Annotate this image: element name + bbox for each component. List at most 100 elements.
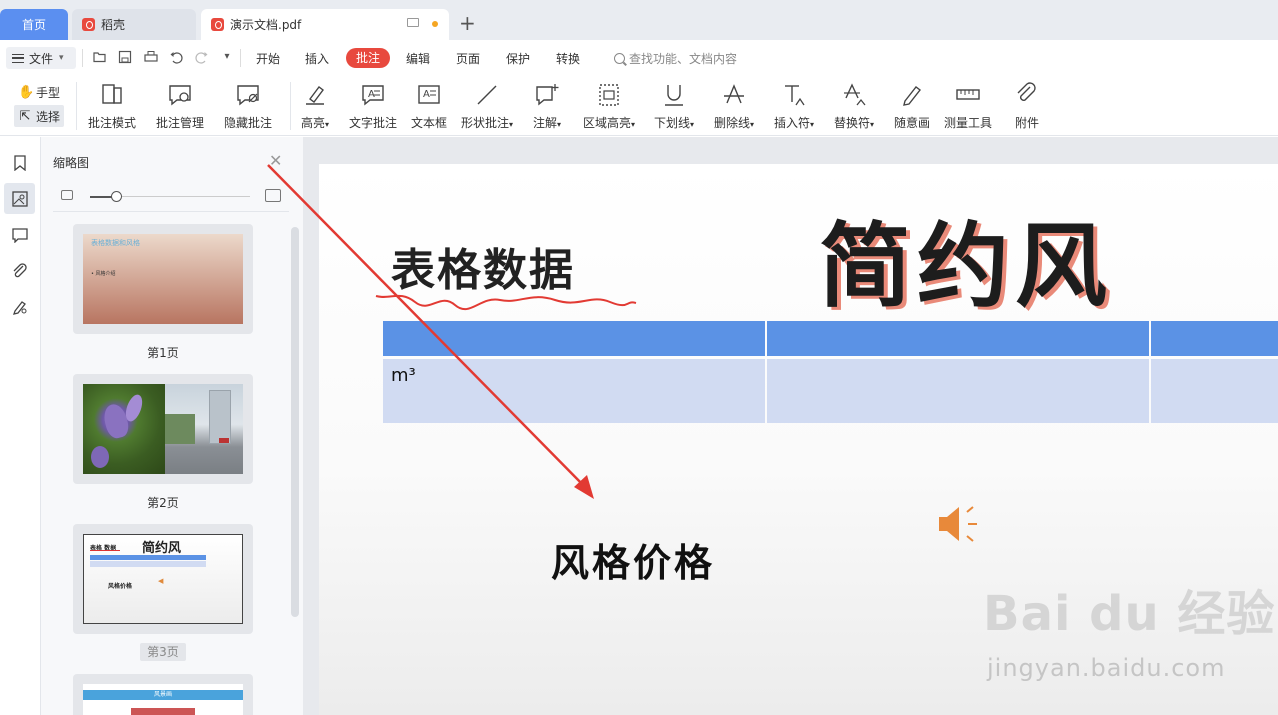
- table-cell: [767, 359, 1149, 423]
- monitor-icon[interactable]: [407, 18, 419, 27]
- shape-annotation-button[interactable]: 形状批注▾: [461, 82, 513, 131]
- page-label-1: 第1页: [147, 346, 179, 360]
- pdf-file-icon: [211, 18, 224, 31]
- table-cell-text: m³: [391, 365, 416, 386]
- measure-tool-button[interactable]: 测量工具: [944, 82, 992, 131]
- thumbnail-scrollbar[interactable]: [291, 227, 299, 617]
- flower-petal: [91, 446, 109, 468]
- heading-simple-style: 简约风: [819, 213, 1114, 320]
- thumbnail-page-1[interactable]: 表格数据和风格 • 风格介绍: [73, 224, 253, 334]
- comment-icon[interactable]: [4, 219, 35, 250]
- signature-icon[interactable]: [4, 291, 35, 322]
- attachment-sidebar-icon[interactable]: [4, 255, 35, 286]
- print-icon[interactable]: [144, 50, 158, 64]
- menu-protect[interactable]: 保护: [506, 50, 530, 67]
- select-tool[interactable]: ⇱ 选择: [14, 105, 65, 127]
- select-tool-label: 选择: [36, 109, 61, 124]
- cursor-icon: ⇱: [19, 108, 31, 124]
- ruler-icon: [956, 89, 980, 100]
- hide-annotations-button[interactable]: 隐藏批注: [224, 82, 272, 131]
- thumbnail-zoom-slider[interactable]: [53, 187, 293, 207]
- chevron-down-icon: ▾: [59, 53, 64, 63]
- menu-edit[interactable]: 编辑: [406, 50, 430, 67]
- thumbnail-page-4-image: 风景画: [83, 684, 243, 715]
- hand-tool[interactable]: ✋ 手型: [14, 81, 64, 103]
- attachment-button[interactable]: 附件: [1014, 82, 1040, 131]
- thumbnail-page-2[interactable]: [73, 374, 253, 484]
- thumb4-image-strip: [131, 708, 195, 715]
- thumbnail-page-4[interactable]: 风景画: [73, 674, 253, 715]
- annotate-manage-button[interactable]: 批注管理: [156, 82, 204, 131]
- text-annotation-icon: A: [362, 85, 384, 106]
- subtitle-style-price: 风格价格: [551, 541, 716, 585]
- bookmark-icon[interactable]: [4, 147, 35, 178]
- table-cell: [1151, 359, 1278, 423]
- note-icon: [536, 84, 559, 106]
- underline-button[interactable]: 下划线▾: [654, 82, 694, 131]
- annotate-ribbon: ✋ 手型 ⇱ 选择 批注模式 批注管理 隐藏批注 高亮▾ A 文字批注 A 文本…: [0, 76, 1278, 136]
- hand-icon: ✋: [18, 84, 35, 100]
- insert-caret-button[interactable]: 插入符▾: [774, 82, 814, 131]
- divider: [290, 82, 291, 130]
- save-icon[interactable]: [118, 50, 132, 64]
- area-highlight-icon: [599, 84, 619, 106]
- small-image-icon[interactable]: [61, 190, 73, 200]
- thumbnail-page-3[interactable]: 表格 数据 简约风 风格价格 ◀: [73, 524, 253, 634]
- annotate-mode-icon: [102, 84, 122, 104]
- tab-daoke[interactable]: 稻壳: [72, 9, 196, 40]
- document-viewer: 表格数据 简约风 m³ 风格价格 Bai du 经验 jingyan.baidu…: [303, 137, 1278, 715]
- new-tab-button[interactable]: +: [459, 11, 476, 35]
- divider: [76, 82, 77, 130]
- slider-fill: [90, 196, 112, 198]
- tab-document-label: 演示文档.pdf: [230, 18, 302, 32]
- menu-page[interactable]: 页面: [456, 50, 480, 67]
- text-annotation-button[interactable]: A 文字批注: [349, 82, 397, 131]
- textbox-button[interactable]: A 文本框: [411, 82, 447, 131]
- textbox-icon: A: [418, 85, 440, 104]
- highlighter-icon: [306, 86, 325, 105]
- menu-start[interactable]: 开始: [256, 50, 280, 67]
- line-shape-icon: [477, 85, 497, 105]
- more-dropdown-icon[interactable]: ▾: [220, 50, 234, 64]
- speaker-icon[interactable]: [935, 500, 983, 548]
- page-label-3: 第3页: [140, 643, 186, 661]
- strikethrough-button[interactable]: 删除线▾: [714, 82, 754, 131]
- tab-home[interactable]: 首页: [0, 9, 68, 40]
- file-menu-button[interactable]: 文件 ▾: [6, 47, 76, 69]
- menu-insert[interactable]: 插入: [305, 50, 329, 67]
- search-placeholder: 查找功能、文档内容: [629, 52, 738, 66]
- baidu-watermark: Bai du 经验 jingyan.baidu.com: [983, 574, 1278, 694]
- search-function[interactable]: 查找功能、文档内容: [614, 50, 737, 67]
- annotate-mode-label: 批注模式: [88, 116, 137, 130]
- highlight-button[interactable]: 高亮▾: [301, 82, 329, 131]
- pdf-page: 表格数据 简约风 m³ 风格价格 Bai du 经验 jingyan.baidu…: [319, 164, 1278, 715]
- thumb3-table-header: [90, 555, 206, 560]
- menu-annotate[interactable]: 批注: [346, 48, 390, 68]
- replace-caret-button[interactable]: 替换符▾: [834, 82, 874, 131]
- unsaved-dot-icon: [432, 21, 438, 27]
- strikethrough-icon: [724, 84, 745, 104]
- divider: [53, 211, 289, 212]
- thumb1-bullet: • 风格介绍: [91, 271, 116, 277]
- annotate-manage-label: 批注管理: [156, 116, 205, 130]
- freehand-label: 随意画: [894, 116, 931, 130]
- close-icon[interactable]: ✕: [269, 151, 282, 170]
- area-highlight-button[interactable]: 区域高亮▾: [583, 82, 635, 131]
- note-button[interactable]: 注解▾: [533, 82, 561, 131]
- slider-knob[interactable]: [111, 191, 122, 202]
- daoke-icon: [82, 18, 95, 31]
- thumbnail-icon[interactable]: [4, 183, 35, 214]
- tab-document[interactable]: 演示文档.pdf: [201, 9, 449, 40]
- table-cell: m³: [383, 359, 765, 423]
- open-folder-icon[interactable]: [93, 50, 107, 64]
- freehand-button[interactable]: 随意画: [894, 82, 930, 131]
- car: [219, 438, 229, 443]
- undo-icon[interactable]: [169, 50, 183, 64]
- large-image-icon[interactable]: [265, 189, 281, 202]
- menu-convert[interactable]: 转换: [556, 50, 580, 67]
- replace-caret-label: 替换符▾: [834, 116, 875, 130]
- redo-icon[interactable]: [195, 50, 209, 64]
- annotate-mode-button[interactable]: 批注模式: [88, 82, 136, 131]
- divider: [240, 49, 241, 67]
- thumbnail-page-1-image: 表格数据和风格 • 风格介绍: [83, 234, 243, 324]
